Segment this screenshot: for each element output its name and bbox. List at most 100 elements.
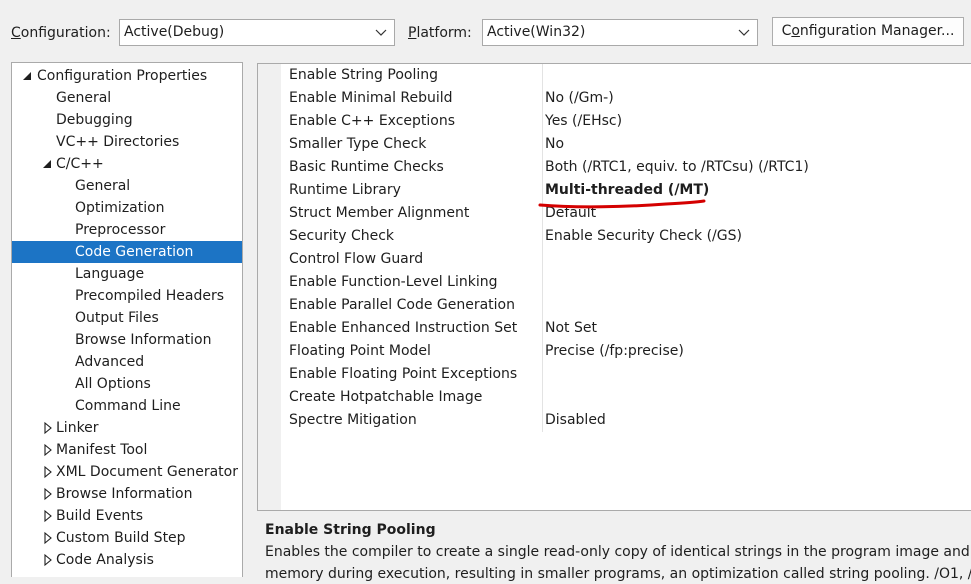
property-name: Runtime Library xyxy=(289,182,401,198)
property-value[interactable]: Precise (/fp:precise) xyxy=(545,340,684,363)
property-name: Spectre Mitigation xyxy=(289,412,417,428)
tree-item-label: Command Line xyxy=(75,398,181,414)
column-divider xyxy=(542,317,543,340)
tree-item-label: General xyxy=(75,178,131,194)
tree-item[interactable]: Linker xyxy=(12,417,242,439)
property-value[interactable]: No xyxy=(545,133,564,156)
tree-item-label: Build Events xyxy=(56,508,143,524)
platform-dropdown[interactable]: Active(Win32) xyxy=(482,19,758,46)
tree-item[interactable]: Build Events xyxy=(12,505,242,527)
property-tree[interactable]: Configuration Properties General Debugging… xyxy=(11,62,243,577)
collapsed-triangle-icon[interactable] xyxy=(42,461,54,483)
property-value[interactable]: No (/Gm-) xyxy=(545,87,614,110)
property-row[interactable]: Smaller Type Check No xyxy=(281,133,971,156)
tree-item[interactable]: Browse Information xyxy=(12,483,242,505)
column-divider xyxy=(542,225,543,248)
tree-item-label: VC++ Directories xyxy=(56,134,180,150)
tree-item-label: Debugging xyxy=(56,112,133,128)
property-name: Basic Runtime Checks xyxy=(289,159,444,175)
tree-item[interactable]: Precompiled Headers xyxy=(12,285,242,307)
expanded-triangle-icon[interactable] xyxy=(42,153,54,175)
tree-item[interactable]: Code Generation xyxy=(12,241,242,263)
tree-item-label: Custom Build Step xyxy=(56,530,186,546)
property-value[interactable]: Not Set xyxy=(545,317,597,340)
property-row[interactable]: Floating Point Model Precise (/fp:precise… xyxy=(281,340,971,363)
expanded-triangle-icon[interactable] xyxy=(22,65,34,87)
property-name: Enable Parallel Code Generation xyxy=(289,297,515,313)
tree-item[interactable]: XML Document Generator xyxy=(12,461,242,483)
column-divider xyxy=(542,363,543,386)
column-divider xyxy=(542,87,543,110)
collapsed-triangle-icon[interactable] xyxy=(42,417,54,439)
tree-item[interactable]: Manifest Tool xyxy=(12,439,242,461)
property-row[interactable]: Control Flow Guard xyxy=(281,248,971,271)
tree-item[interactable]: Custom Build Step xyxy=(12,527,242,549)
tree-item[interactable]: C/C++ xyxy=(12,153,242,175)
property-row[interactable]: Enable Minimal Rebuild No (/Gm-) xyxy=(281,87,971,110)
collapsed-triangle-icon[interactable] xyxy=(42,505,54,527)
property-name: Floating Point Model xyxy=(289,343,431,359)
property-value[interactable]: Disabled xyxy=(545,409,606,432)
column-divider xyxy=(542,156,543,179)
property-row[interactable]: Enable String Pooling xyxy=(281,64,971,87)
configuration-manager-button[interactable]: Configuration Manager... xyxy=(772,17,964,46)
property-row[interactable]: Enable C++ Exceptions Yes (/EHsc) xyxy=(281,110,971,133)
tree-item[interactable]: Advanced xyxy=(12,351,242,373)
tree-item[interactable]: All Options xyxy=(12,373,242,395)
property-row[interactable]: Enable Parallel Code Generation xyxy=(281,294,971,317)
column-divider xyxy=(542,294,543,317)
property-value[interactable]: Yes (/EHsc) xyxy=(545,110,622,133)
property-name: Enable Function-Level Linking xyxy=(289,274,498,290)
tree-item[interactable]: Configuration Properties xyxy=(12,65,242,87)
column-divider xyxy=(542,386,543,409)
tree-item[interactable]: General xyxy=(12,175,242,197)
property-row[interactable]: Create Hotpatchable Image xyxy=(281,386,971,409)
tree-item[interactable]: Debugging xyxy=(12,109,242,131)
configuration-dropdown[interactable]: Active(Debug) xyxy=(119,19,395,46)
tree-item[interactable]: Command Line xyxy=(12,395,242,417)
description-line-2: memory during execution, resulting in sm… xyxy=(265,566,971,582)
property-row[interactable]: Enable Function-Level Linking xyxy=(281,271,971,294)
tree-item-label: Browse Information xyxy=(75,332,212,348)
tree-item[interactable]: Optimization xyxy=(12,197,242,219)
chevron-down-icon xyxy=(738,29,750,36)
description-title: Enable String Pooling xyxy=(265,522,436,538)
property-name: Control Flow Guard xyxy=(289,251,424,267)
property-row[interactable]: Spectre Mitigation Disabled xyxy=(281,409,971,432)
description-line-1: Enables the compiler to create a single … xyxy=(265,544,971,560)
tree-item[interactable]: Preprocessor xyxy=(12,219,242,241)
configuration-label: Configuration: xyxy=(11,25,111,41)
tree-item-label: Output Files xyxy=(75,310,159,326)
column-divider xyxy=(542,110,543,133)
property-value[interactable]: Both (/RTC1, equiv. to /RTCsu) (/RTC1) xyxy=(545,156,809,179)
property-row[interactable]: Basic Runtime Checks Both (/RTC1, equiv. … xyxy=(281,156,971,179)
property-name: Enable String Pooling xyxy=(289,67,438,83)
tree-item[interactable]: Output Files xyxy=(12,307,242,329)
tree-item-label: C/C++ xyxy=(56,156,104,172)
tree-item[interactable]: Browse Information xyxy=(12,329,242,351)
property-row[interactable]: Security Check Enable Security Check (/GS… xyxy=(281,225,971,248)
property-grid[interactable]: Enable String Pooling Enable Minimal Rebu… xyxy=(257,63,971,511)
tree-item-label: Advanced xyxy=(75,354,145,370)
property-row[interactable]: Enable Floating Point Exceptions xyxy=(281,363,971,386)
tree-item[interactable]: General xyxy=(12,87,242,109)
property-name: Enable Enhanced Instruction Set xyxy=(289,320,518,336)
tree-item-label: Precompiled Headers xyxy=(75,288,225,304)
property-value[interactable]: Enable Security Check (/GS) xyxy=(545,225,742,248)
tree-item[interactable]: Language xyxy=(12,263,242,285)
property-row[interactable]: Enable Enhanced Instruction Set Not Set xyxy=(281,317,971,340)
tree-item[interactable]: Code Analysis xyxy=(12,549,242,571)
property-name: Smaller Type Check xyxy=(289,136,427,152)
collapsed-triangle-icon[interactable] xyxy=(42,439,54,461)
property-name: Enable C++ Exceptions xyxy=(289,113,456,129)
tree-item[interactable]: VC++ Directories xyxy=(12,131,242,153)
grid-gutter xyxy=(258,64,281,510)
collapsed-triangle-icon[interactable] xyxy=(42,483,54,505)
tree-item-label: All Options xyxy=(75,376,151,392)
collapsed-triangle-icon[interactable] xyxy=(42,549,54,571)
tree-item-label: Configuration Properties xyxy=(37,68,208,84)
red-underline-annotation xyxy=(538,199,706,209)
collapsed-triangle-icon[interactable] xyxy=(42,527,54,549)
tree-item-label: General xyxy=(56,90,112,106)
column-divider xyxy=(542,133,543,156)
